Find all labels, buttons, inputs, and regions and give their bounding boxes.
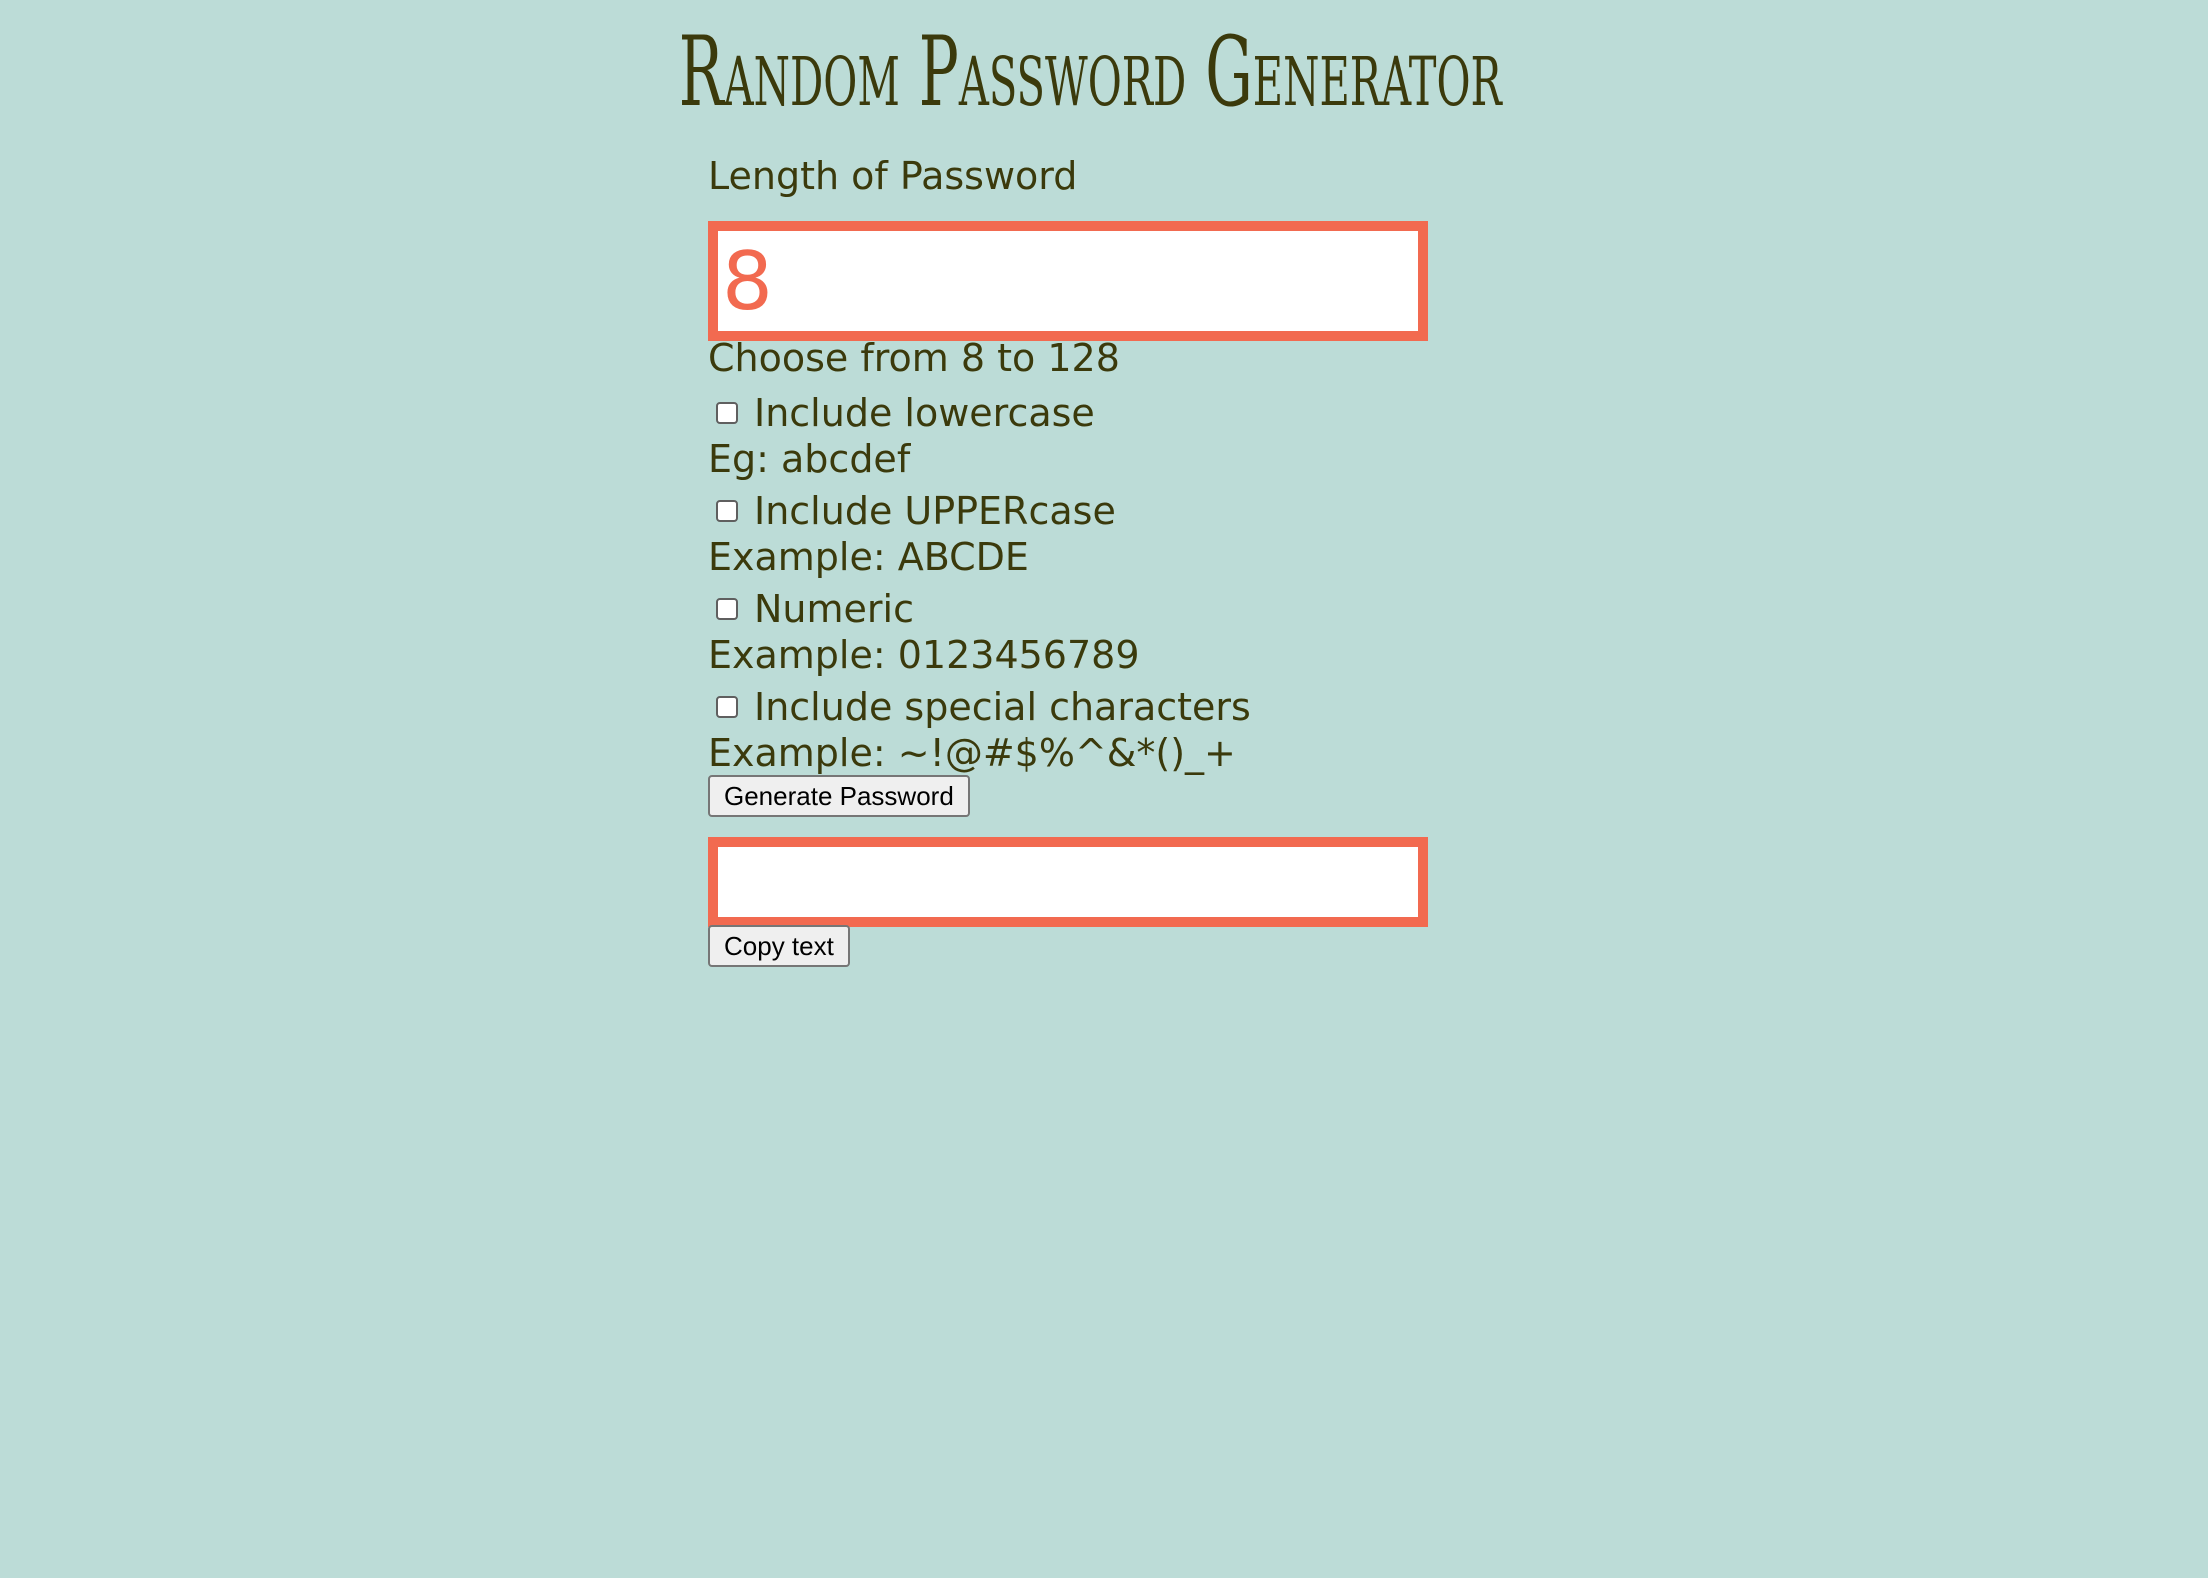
uppercase-example: Example: ABCDE [708,535,1029,579]
option-special: Include special characters Example: ~!@#… [708,684,1428,776]
page-title: Random Password Generator [678,16,1502,128]
lowercase-example: Eg: abcdef [708,437,911,481]
special-example: Example: ~!@#$%^&*()_+ [708,731,1236,775]
uppercase-checkbox[interactable] [716,500,738,522]
option-lowercase-row[interactable]: Include lowercase [708,390,1428,436]
length-label: Length of Password [708,154,1078,198]
option-uppercase-row[interactable]: Include UPPERcase [708,488,1428,534]
password-generator-page: Random Password Generator Length of Pass… [0,0,2208,1578]
option-numeric: Numeric Example: 0123456789 [708,586,1428,678]
copy-text-button[interactable]: Copy text [708,925,850,967]
numeric-label: Numeric [754,587,914,631]
numeric-checkbox[interactable] [716,598,738,620]
uppercase-label: Include UPPERcase [754,489,1116,533]
option-numeric-row[interactable]: Numeric [708,586,1428,632]
option-lowercase: Include lowercase Eg: abcdef [708,390,1428,482]
length-hint: Choose from 8 to 128 [708,336,1120,380]
length-input[interactable] [708,221,1428,341]
generate-password-button[interactable]: Generate Password [708,775,970,817]
numeric-example: Example: 0123456789 [708,633,1140,677]
special-label: Include special characters [754,685,1251,729]
lowercase-checkbox[interactable] [716,402,738,424]
password-output-field[interactable] [708,837,1428,927]
option-uppercase: Include UPPERcase Example: ABCDE [708,488,1428,580]
option-special-row[interactable]: Include special characters [708,684,1428,730]
special-checkbox[interactable] [716,696,738,718]
lowercase-label: Include lowercase [754,391,1095,435]
